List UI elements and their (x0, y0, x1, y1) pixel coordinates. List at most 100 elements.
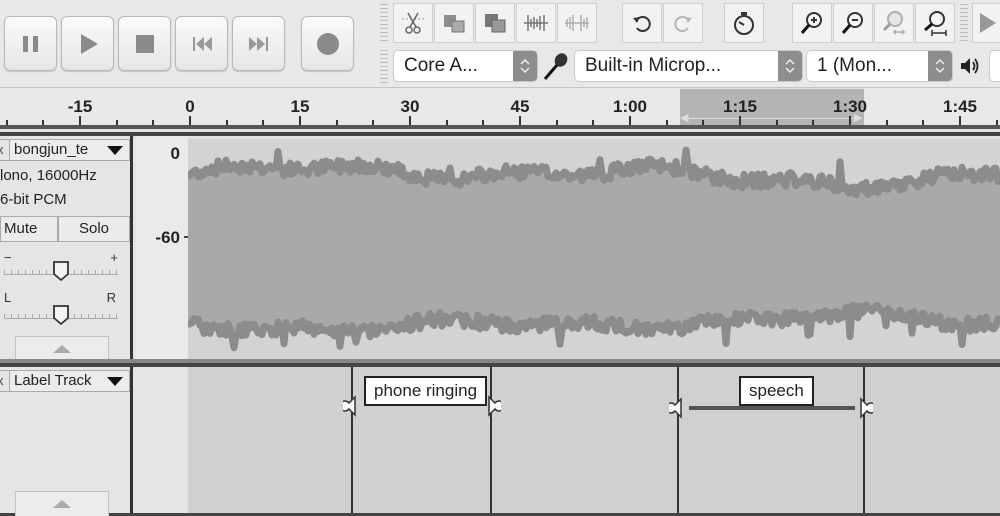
trim-button[interactable] (516, 3, 556, 43)
toolbar-grip[interactable] (960, 4, 968, 44)
pause-icon (22, 35, 38, 52)
ruler-tick (959, 116, 961, 125)
record-button[interactable] (301, 16, 354, 71)
ruler-tick (409, 116, 411, 125)
pause-button[interactable] (4, 16, 57, 71)
gain-slider-thumb[interactable] (52, 260, 70, 282)
amplitude-scale[interactable]: 0 -60 (136, 136, 188, 360)
zoom-in-button[interactable] (792, 3, 832, 43)
label-area[interactable]: phone ringing speech (136, 367, 1000, 513)
silence-icon (565, 15, 589, 31)
paste-button[interactable] (475, 3, 515, 43)
gain-slider[interactable]: − + (4, 250, 118, 282)
ruler-label: 1:30 (832, 97, 868, 116)
collapse-track-button[interactable] (15, 491, 109, 516)
ruler-label: 1:15 (722, 97, 758, 116)
timer-toolbar (724, 3, 765, 43)
ruler-tick (189, 116, 191, 125)
pan-slider[interactable]: L R (4, 290, 118, 326)
ruler-tick (299, 116, 301, 125)
track-name: Label Track (14, 372, 92, 389)
solo-button[interactable]: Solo (58, 216, 130, 242)
ruler-label: 15 (290, 97, 310, 116)
undo-button[interactable] (622, 3, 662, 43)
updown-arrows-icon (928, 51, 952, 81)
label-start-handle[interactable] (669, 397, 687, 419)
dropdown-triangle-icon (107, 377, 123, 386)
track-name-menu[interactable]: bongjun_te (10, 139, 130, 161)
collapse-arrow-icon (53, 500, 71, 508)
gain-plus-label: + (110, 250, 118, 265)
track-name: bongjun_te (14, 141, 89, 158)
label-track: x Label Track phone ringing speech (0, 363, 1000, 516)
updown-arrows-icon (778, 51, 802, 81)
play-button[interactable] (61, 16, 114, 71)
fit-selection-icon (882, 11, 905, 35)
cut-icon (402, 12, 424, 34)
play-at-speed-toolbar (972, 3, 1000, 43)
label-end-handle[interactable] (855, 397, 873, 419)
label-range-bar (689, 406, 855, 410)
audio-host-select[interactable]: Core A... (393, 50, 538, 82)
ruler-label: 30 (400, 97, 420, 116)
zoom-toolbar (792, 3, 956, 43)
updown-arrows-icon (513, 51, 537, 81)
cut-button[interactable] (393, 3, 433, 43)
label-start-line (351, 367, 353, 513)
track-close-button[interactable]: x (0, 139, 10, 161)
audio-track: x bongjun_te lono, 16000Hz 6-bit PCM Mut… (0, 132, 1000, 362)
pre-zero-region (136, 367, 188, 513)
label-start-handle[interactable] (343, 395, 361, 417)
skip-to-start-button[interactable] (175, 16, 228, 71)
copy-button[interactable] (434, 3, 474, 43)
recording-channels-select[interactable]: 1 (Mon... (806, 50, 953, 82)
play-at-speed-button[interactable] (972, 3, 1000, 43)
recording-device-value: Built-in Microp... (585, 55, 722, 76)
silence-button[interactable] (557, 3, 597, 43)
copy-icon (444, 15, 465, 33)
audio-host-value: Core A... (404, 55, 478, 76)
fit-selection-button[interactable] (874, 3, 914, 43)
history-toolbar (622, 3, 704, 43)
track-format-info: lono, 16000Hz (0, 167, 97, 184)
recording-channels-value: 1 (Mon... (817, 55, 892, 76)
ruler-tick (519, 116, 521, 125)
waveform-area[interactable] (188, 139, 1000, 360)
pan-slider-thumb[interactable] (52, 304, 70, 326)
track-sample-format: 6-bit PCM (0, 191, 67, 208)
label-text-box[interactable]: phone ringing (364, 376, 488, 406)
label-text-box[interactable]: speech (739, 376, 814, 406)
timer-record-button[interactable] (724, 3, 764, 43)
ruler-label: 1:00 (612, 97, 648, 116)
timeline-ruler[interactable]: ◀ ▶ -15 0 15 30 45 1:00 1:15 1:30 1:45 (0, 89, 1000, 129)
ruler-label: -15 (67, 97, 93, 116)
playback-device-select[interactable] (989, 50, 1000, 82)
toolbar: Core A... Built-in Microp... 1 (Mon... (0, 0, 1000, 88)
label-end-line (863, 367, 865, 513)
track-name-menu[interactable]: Label Track (10, 370, 130, 392)
toolbar-grip[interactable] (380, 50, 388, 84)
toolbar-grip[interactable] (380, 4, 388, 44)
zoom-out-button[interactable] (833, 3, 873, 43)
ruler-label: 1:45 (942, 97, 978, 116)
skip-to-end-button[interactable] (232, 16, 285, 71)
fit-project-button[interactable] (915, 3, 955, 43)
microphone-icon (543, 53, 568, 80)
track-close-button[interactable]: x (0, 370, 10, 392)
redo-button[interactable] (663, 3, 703, 43)
mute-button[interactable]: Mute (0, 216, 58, 242)
ruler-baseline (0, 125, 1000, 129)
recording-device-select[interactable]: Built-in Microp... (574, 50, 803, 82)
scale-label-mid: -60 (155, 228, 180, 247)
play-icon (980, 13, 996, 33)
zoom-out-icon (841, 12, 863, 34)
play-icon (80, 33, 98, 54)
label-track-control-panel: x Label Track (0, 367, 133, 516)
paste-icon (485, 14, 506, 33)
scale-label-top: 0 (170, 144, 180, 163)
pan-left-label: L (4, 290, 12, 305)
ruler-label: 45 (510, 97, 530, 116)
stop-button[interactable] (118, 16, 171, 71)
speaker-icon (961, 58, 979, 74)
edit-toolbar (393, 3, 598, 43)
